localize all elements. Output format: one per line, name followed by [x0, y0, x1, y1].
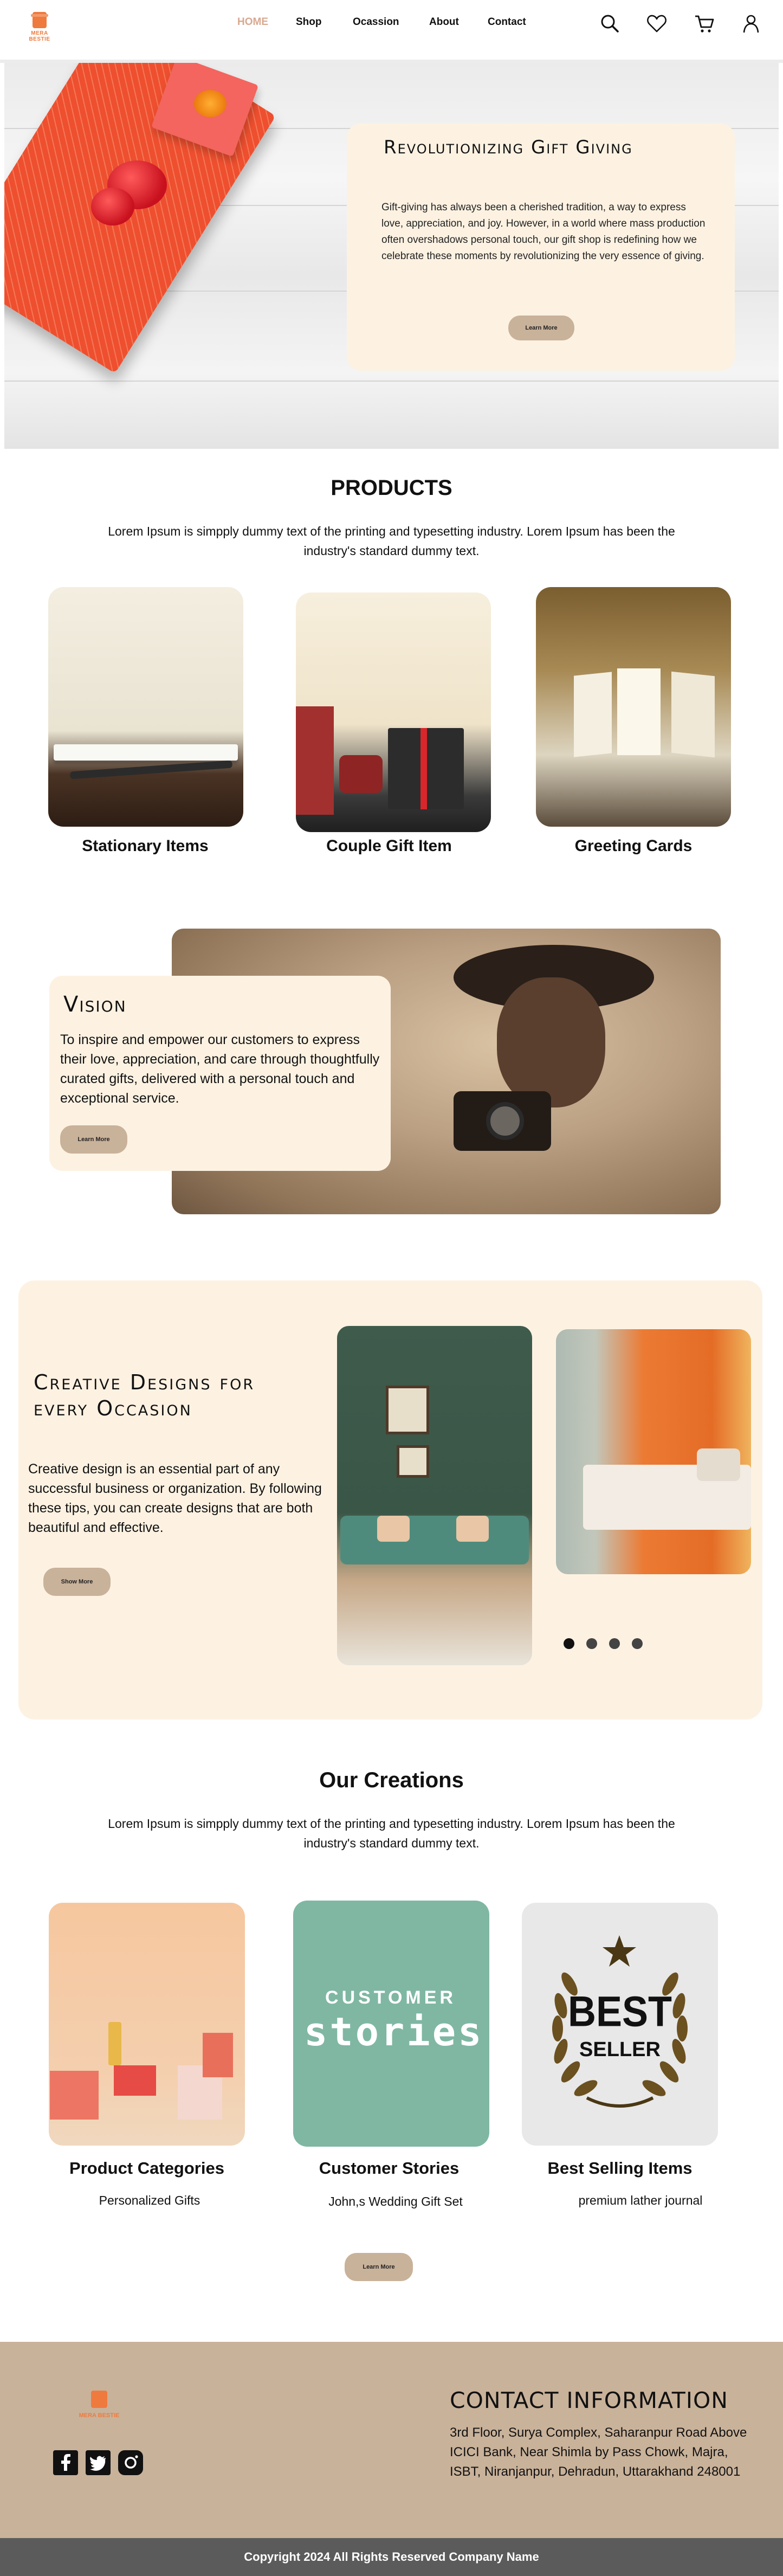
products-subtitle: Lorem Ipsum is simpply dummy text of the… [108, 524, 675, 558]
creative-text: Creative design is an essential part of … [28, 1461, 322, 1535]
vision-card: Vision To inspire and empower our custom… [49, 976, 391, 1171]
carousel-slide-bedroom[interactable] [556, 1329, 751, 1574]
sofa-image [340, 1516, 529, 1564]
contact-address: 3rd Floor, Surya Complex, Saharanpur Roa… [450, 2425, 747, 2479]
creative-title: Creative Designs for every Occasion [34, 1370, 255, 1420]
hero-title: Revolutionizing Gift Giving [384, 137, 633, 158]
stationery-book-image [54, 744, 238, 761]
vision-text: To inspire and empower our customers to … [60, 1032, 380, 1106]
hero-card: Revolutionizing Gift Giving Gift-giving … [347, 124, 735, 371]
carousel-slide-living-room[interactable] [337, 1326, 532, 1665]
facebook-icon[interactable] [53, 2450, 78, 2475]
creative-show-more-button[interactable]: Show More [43, 1568, 111, 1596]
red-ribbon-image [420, 728, 427, 809]
greeting-card-image [574, 672, 612, 757]
product-label-greeting-cards: Greeting Cards [574, 837, 693, 855]
instagram-icon[interactable] [118, 2450, 143, 2475]
creation-sub-product-categories: Personalized Gifts [99, 2193, 200, 2207]
wall-frame-image [386, 1386, 429, 1434]
gift-shop-icon [91, 2391, 107, 2408]
carousel-dot-4[interactable] [632, 1638, 643, 1649]
pen-image [69, 760, 233, 780]
ribbon-bow-image [91, 188, 134, 226]
pillow-image [697, 1448, 740, 1481]
user-icon[interactable] [739, 12, 763, 36]
creative-section: Creative Designs for every Occasion Crea… [18, 1280, 762, 1720]
hero-banner: Revolutionizing Gift Giving Gift-giving … [4, 63, 779, 449]
customer-stories-image-text-top: CUSTOMER [325, 1987, 456, 2008]
customer-stories-image-text-bottom: stories [304, 2009, 484, 2055]
products-title: PRODUCTS [331, 476, 452, 500]
orange-bow-image [194, 90, 227, 117]
creation-card-product-categories[interactable] [49, 1903, 245, 2146]
twitter-icon[interactable] [86, 2450, 111, 2475]
gift-box-image [114, 2065, 156, 2096]
search-icon[interactable] [598, 12, 622, 36]
nav-about[interactable]: About [429, 16, 459, 28]
copyright-bar: Copyright 2024 All Rights Reserved Compa… [0, 2538, 783, 2576]
page: MERA BESTIE HOME Shop Ocassion About Con… [0, 0, 783, 2576]
product-label-couple-gift: Couple Gift Item [326, 837, 452, 855]
candle-image [339, 755, 383, 793]
best-seller-badge-text-bottom: SELLER [579, 2038, 661, 2061]
perfume-bottle-image [108, 2022, 121, 2065]
footer-logo-text: MERA BESTIE [79, 2412, 120, 2419]
hero-text: Gift-giving has always been a cherished … [381, 202, 706, 262]
creation-label-product-categories: Product Categories [69, 2159, 224, 2178]
camera-lens-image [486, 1102, 524, 1140]
cart-icon[interactable] [693, 12, 716, 36]
creations-learn-more-button[interactable]: Learn More [345, 2253, 413, 2281]
carousel-dot-1[interactable] [564, 1638, 574, 1649]
hero-learn-more-button[interactable]: Learn More [508, 315, 574, 340]
vision-learn-more-button[interactable]: Learn More [60, 1125, 127, 1154]
creation-label-customer-stories: Customer Stories [319, 2159, 460, 2178]
header: MERA BESTIE HOME Shop Ocassion About Con… [0, 0, 783, 60]
product-card-couple-gift[interactable] [296, 593, 491, 832]
logo-text: MERA BESTIE [29, 30, 50, 42]
brand-logo[interactable]: MERA BESTIE [22, 12, 56, 46]
creation-sub-best-selling: premium lather journal [578, 2193, 703, 2207]
best-seller-badge-text-top: BEST [567, 1988, 672, 2036]
nav-home[interactable]: HOME [237, 16, 268, 28]
cushion-image [377, 1516, 410, 1542]
creations-title: Our Creations [319, 1768, 464, 1792]
creation-label-best-selling: Best Selling Items [547, 2159, 693, 2178]
gift-box-image [50, 2071, 99, 2120]
cushion-image [456, 1516, 489, 1542]
footer-logo[interactable]: MERA BESTIE [75, 2391, 124, 2429]
carousel-dot-2[interactable] [586, 1638, 597, 1649]
contact-title: CONTACT INFORMATION [450, 2387, 728, 2413]
creation-card-customer-stories[interactable]: CUSTOMER stories [293, 1901, 489, 2147]
footer: MERA BESTIE CONTACT INFORMATION 3rd Floo… [0, 2342, 783, 2538]
product-label-stationary: Stationary Items [82, 837, 209, 855]
nav-shop[interactable]: Shop [296, 16, 322, 28]
red-vase-image [296, 706, 334, 815]
nav-ocassion[interactable]: Ocassion [353, 16, 399, 28]
greeting-card-image [617, 668, 661, 755]
wood-plank-line [4, 381, 779, 382]
woman-figure-image [497, 977, 605, 1107]
wall-frame-image [397, 1445, 429, 1478]
greeting-card-image [671, 671, 715, 758]
heart-icon[interactable] [645, 12, 669, 36]
creations-subtitle: Lorem Ipsum is simpply dummy text of the… [108, 1817, 675, 1850]
nav-contact[interactable]: Contact [488, 16, 526, 28]
product-card-greeting-cards[interactable] [536, 587, 731, 827]
gift-box-image [203, 2033, 233, 2077]
product-card-stationary[interactable] [48, 587, 243, 827]
gift-shop-icon [31, 12, 48, 28]
creation-card-best-selling[interactable]: BEST SELLER [522, 1903, 718, 2146]
creation-sub-customer-stories: John,s Wedding Gift Set [328, 2194, 463, 2208]
carousel-dot-3[interactable] [609, 1638, 620, 1649]
vision-title: Vision [63, 992, 127, 1017]
